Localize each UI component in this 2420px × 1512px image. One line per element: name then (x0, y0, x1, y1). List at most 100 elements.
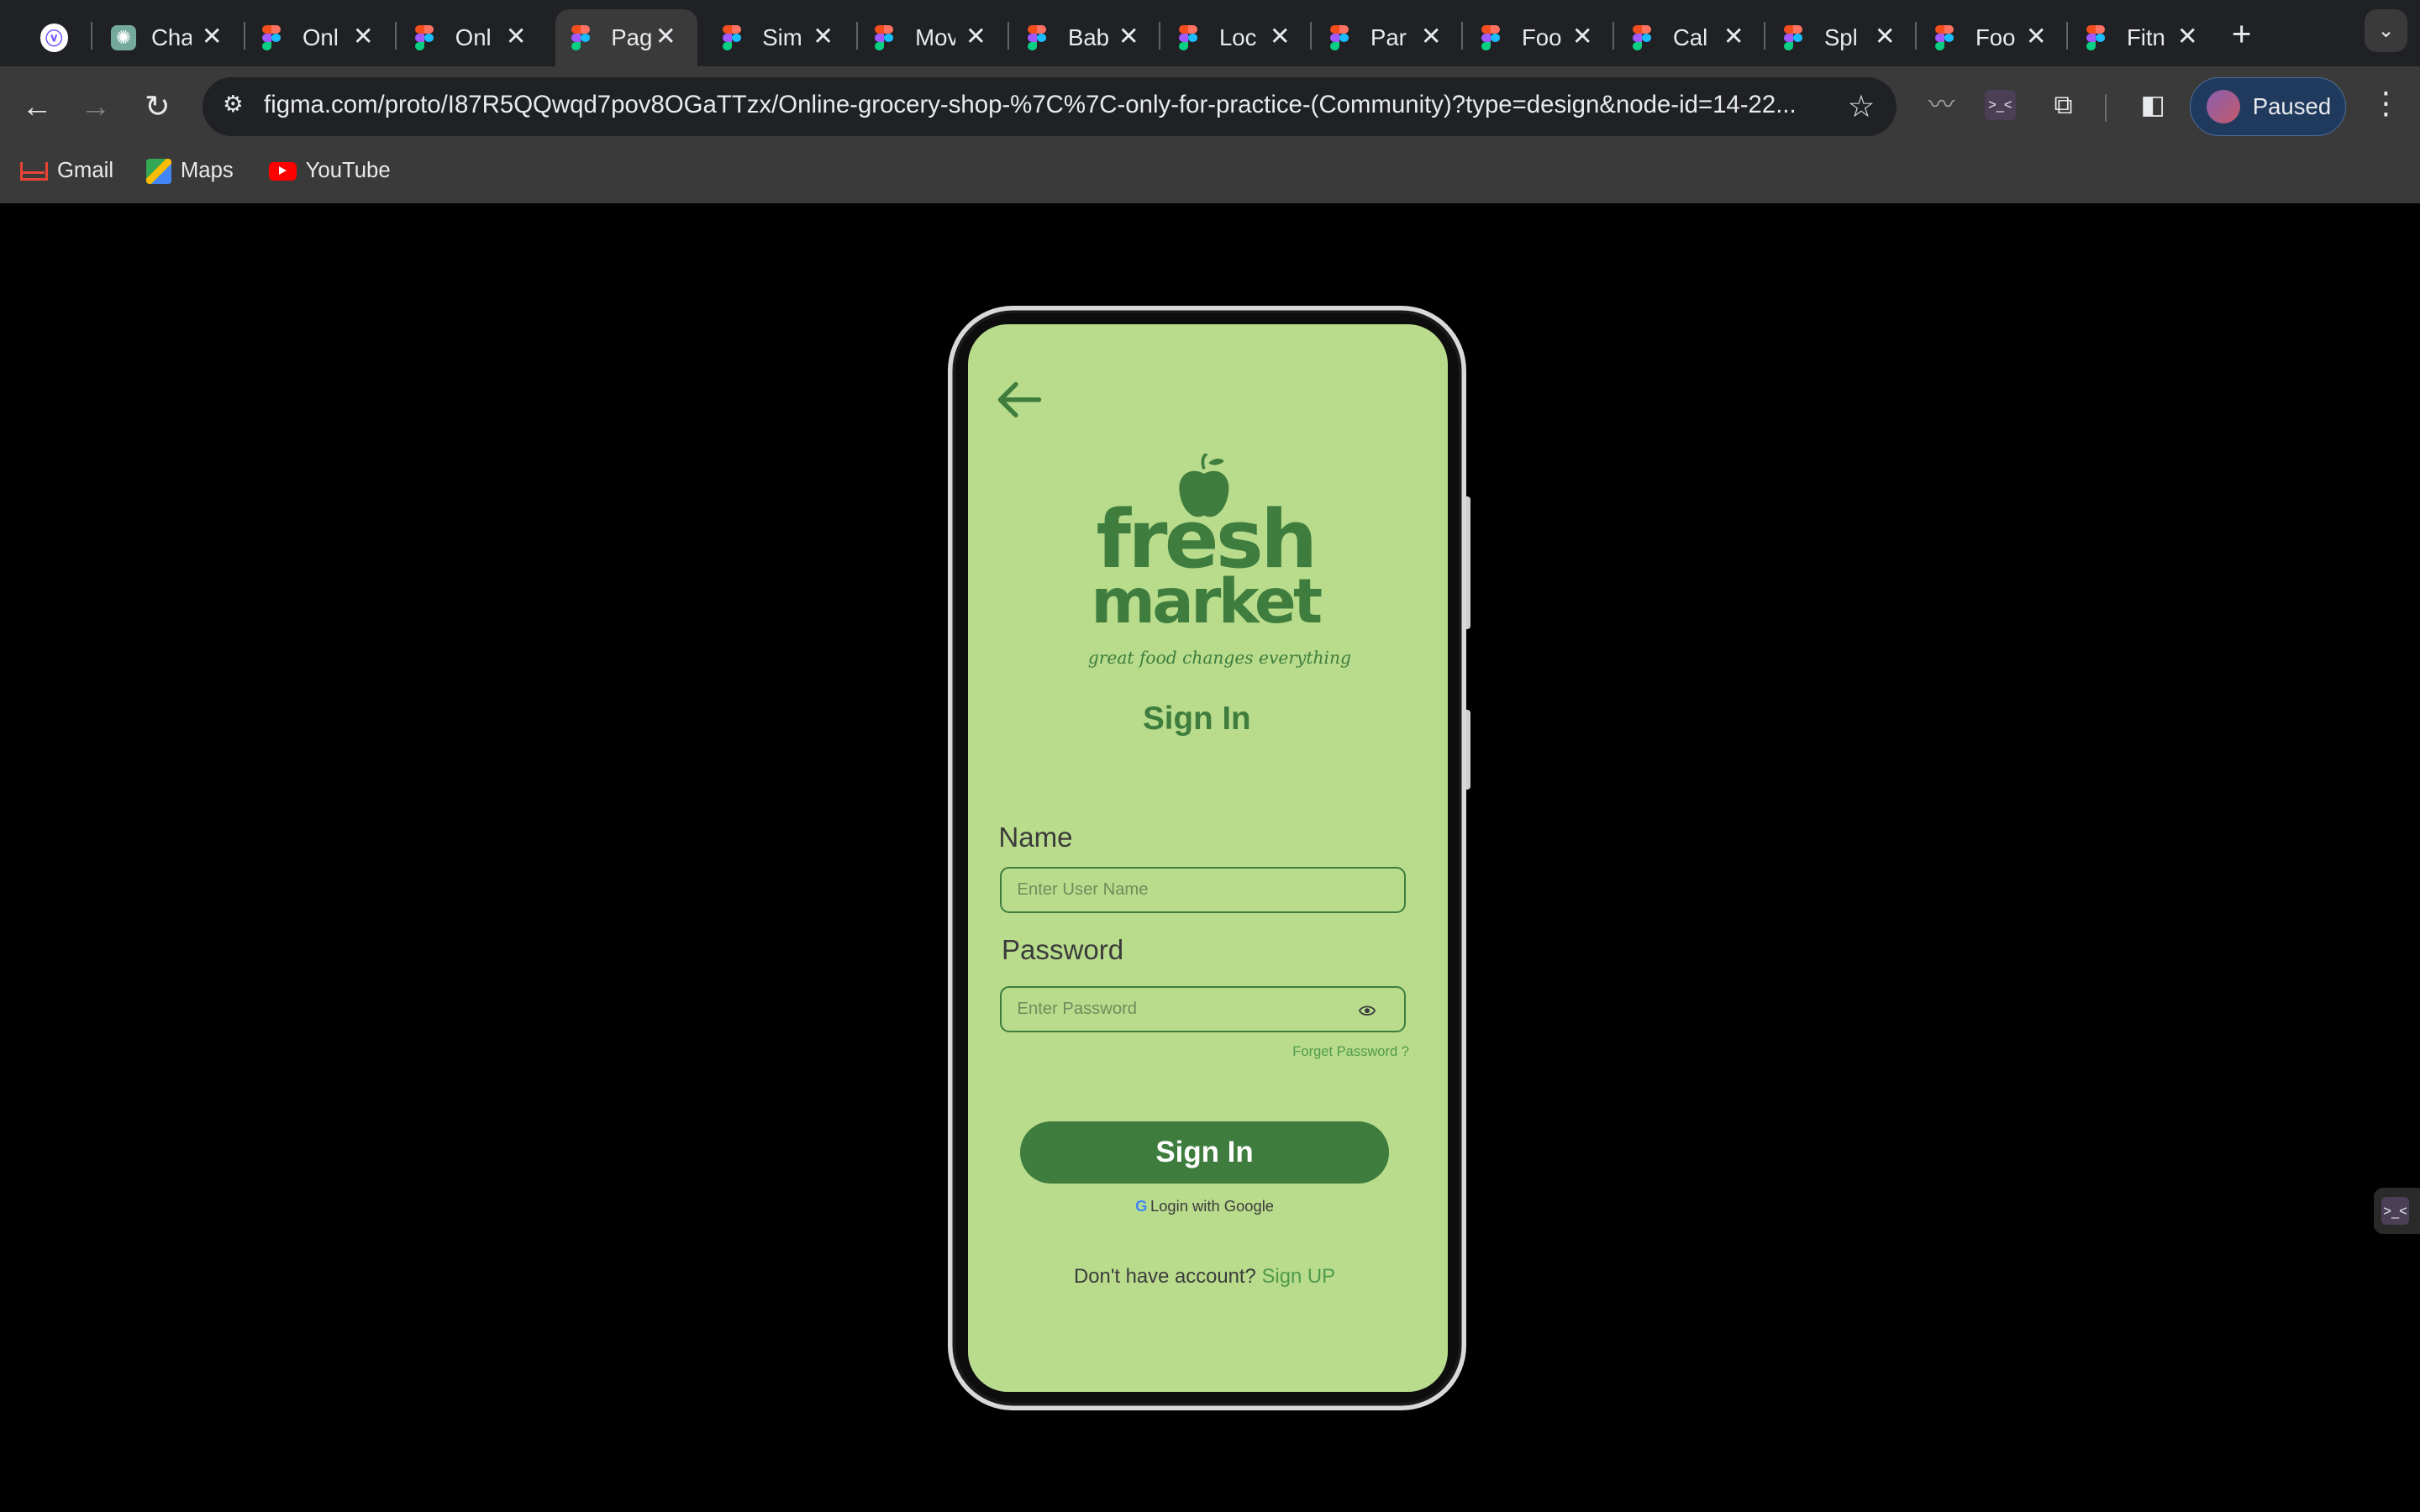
figma-icon (571, 25, 596, 50)
tab-separator (2066, 21, 2069, 50)
sign-up-link[interactable]: Sign UP (1261, 1265, 1335, 1288)
close-icon[interactable]: ✕ (1118, 22, 1139, 51)
tab-label: Mov (915, 24, 955, 50)
close-icon[interactable]: ✕ (813, 22, 834, 51)
tab-label: Par (1370, 24, 1407, 50)
profile-button[interactable]: Paused (2190, 76, 2346, 136)
youtube-icon (268, 161, 297, 181)
tab-separator (244, 21, 246, 50)
extension-icon[interactable]: >_< (1984, 89, 2016, 121)
figma-icon (1330, 25, 1355, 50)
forgot-password-link[interactable]: Forget Password ? (1292, 1043, 1409, 1060)
tab-figma-5[interactable]: Bab ✕ (1013, 9, 1160, 66)
tab-label: Cha (150, 24, 192, 50)
audio-wave-icon[interactable]: 〰 (1924, 88, 1958, 122)
figma-icon (415, 25, 439, 50)
new-tab-plus-icon[interactable]: + (2232, 14, 2252, 54)
close-icon[interactable]: ✕ (353, 22, 374, 51)
tab-strip: ⓥ ✺ Cha ✕ Onl ✕ Onl ✕ Pag ✕ Sim ✕ Mov ✕ … (0, 0, 2420, 66)
figma-icon (1935, 25, 1960, 50)
floating-extension-tab[interactable]: >_< (2373, 1188, 2420, 1235)
close-icon[interactable]: ✕ (655, 22, 676, 51)
close-icon[interactable]: ✕ (1875, 22, 1896, 51)
username-input[interactable] (1000, 867, 1407, 914)
bookmark-star-icon[interactable]: ☆ (1848, 88, 1876, 124)
back-arrow-icon[interactable] (996, 380, 1042, 420)
url-text[interactable]: figma.com/proto/I87R5QQwqd7pov8OGaTTzx/O… (264, 91, 1823, 119)
logo-tagline: great food changes everything (1087, 648, 1351, 669)
tab-label: Onl (302, 24, 339, 50)
close-icon[interactable]: ✕ (2026, 22, 2047, 51)
tab-figma-12[interactable]: Fitn ✕ (2071, 9, 2219, 66)
tab-separator (1310, 21, 1313, 50)
tab-figma-2[interactable]: Onl ✕ (400, 9, 548, 66)
tab-label: Fitn (2126, 24, 2165, 50)
tab-separator (1612, 21, 1615, 50)
eye-icon[interactable] (1358, 1003, 1376, 1018)
password-input[interactable] (1000, 985, 1407, 1032)
tab-figma-11[interactable]: Foo ✕ (1920, 9, 2068, 66)
tab-label: Foo (1521, 24, 1562, 50)
tab-chatgpt[interactable]: ✺ Cha ✕ (96, 9, 244, 66)
figma-icon (722, 25, 747, 50)
close-icon[interactable]: ✕ (2177, 22, 2198, 51)
close-icon[interactable]: ✕ (202, 22, 223, 51)
close-icon[interactable]: ✕ (965, 22, 986, 51)
tab-search-chevron-icon[interactable]: ⌄ (2364, 9, 2408, 53)
tab-active[interactable]: Pag ✕ (555, 9, 698, 66)
figma-icon (1179, 25, 1203, 50)
page-title: Sign In (1143, 700, 1251, 737)
close-icon[interactable]: ✕ (506, 22, 527, 51)
figma-icon (1633, 25, 1657, 50)
tab-figma-8[interactable]: Foo ✕ (1466, 9, 1614, 66)
tab-label: Bab (1067, 24, 1108, 50)
close-icon[interactable]: ✕ (1421, 22, 1442, 51)
more-menu-icon[interactable]: ⋮ (2370, 85, 2402, 121)
side-panel-icon[interactable]: ◧ (2136, 88, 2170, 122)
signup-prompt: Don't have account? Sign UP (968, 1265, 1442, 1289)
login-with-google-link[interactable]: G Login with Google (968, 1197, 1442, 1215)
tab-separator (1915, 21, 1918, 50)
tab-separator (1007, 21, 1010, 50)
bookmark-youtube[interactable]: YouTube (268, 159, 391, 183)
maps-icon (146, 159, 171, 184)
reload-icon[interactable]: ↻ (136, 85, 179, 128)
figma-icon (875, 25, 899, 50)
close-icon[interactable]: ✕ (1572, 22, 1593, 51)
figma-icon (1028, 25, 1052, 50)
tab-figma-4[interactable]: Mov ✕ (860, 9, 1007, 66)
tab-figma-9[interactable]: Cal ✕ (1618, 9, 1765, 66)
extensions-puzzle-icon[interactable]: ⧉ (2046, 88, 2080, 122)
site-info-icon[interactable]: ⚙ (218, 91, 249, 122)
chatgpt-icon: ✺ (111, 25, 136, 50)
tab-label: Onl (455, 24, 492, 50)
close-icon[interactable]: ✕ (1270, 22, 1291, 51)
tab-figma-1[interactable]: Onl ✕ (247, 9, 395, 66)
tab-figma-7[interactable]: Par ✕ (1315, 9, 1463, 66)
gmail-icon (19, 161, 48, 181)
tab-separator (91, 21, 93, 50)
tab-pinned[interactable]: ⓥ (24, 9, 86, 66)
address-bar[interactable]: ⚙ figma.com/proto/I87R5QQwqd7pov8OGaTTzx… (202, 76, 1897, 136)
bookmark-maps[interactable]: Maps (146, 159, 234, 184)
name-label: Name (998, 822, 1073, 853)
close-icon[interactable]: ✕ (1723, 22, 1744, 51)
tab-figma-3[interactable]: Sim ✕ (707, 9, 855, 66)
forward-arrow-icon[interactable]: → (74, 85, 117, 128)
tab-label: Loc (1218, 24, 1257, 50)
tab-separator (1764, 21, 1766, 50)
bookmark-gmail[interactable]: Gmail (19, 159, 114, 183)
back-arrow-icon[interactable]: ← (15, 85, 58, 128)
tab-figma-6[interactable]: Loc ✕ (1164, 9, 1312, 66)
google-icon: G (1135, 1197, 1148, 1215)
sign-in-button[interactable]: Sign In (1020, 1121, 1390, 1184)
app-icon: ⓥ (39, 24, 68, 52)
tab-separator (1159, 21, 1161, 50)
google-label: Login with Google (1150, 1197, 1274, 1215)
bookmark-label: Gmail (56, 159, 114, 183)
toolbar-divider (2105, 94, 2107, 123)
figma-icon (2086, 25, 2111, 50)
figma-icon (1784, 25, 1808, 50)
tab-figma-10[interactable]: Spl ✕ (1769, 9, 1917, 66)
bookmark-label: Maps (180, 159, 234, 183)
